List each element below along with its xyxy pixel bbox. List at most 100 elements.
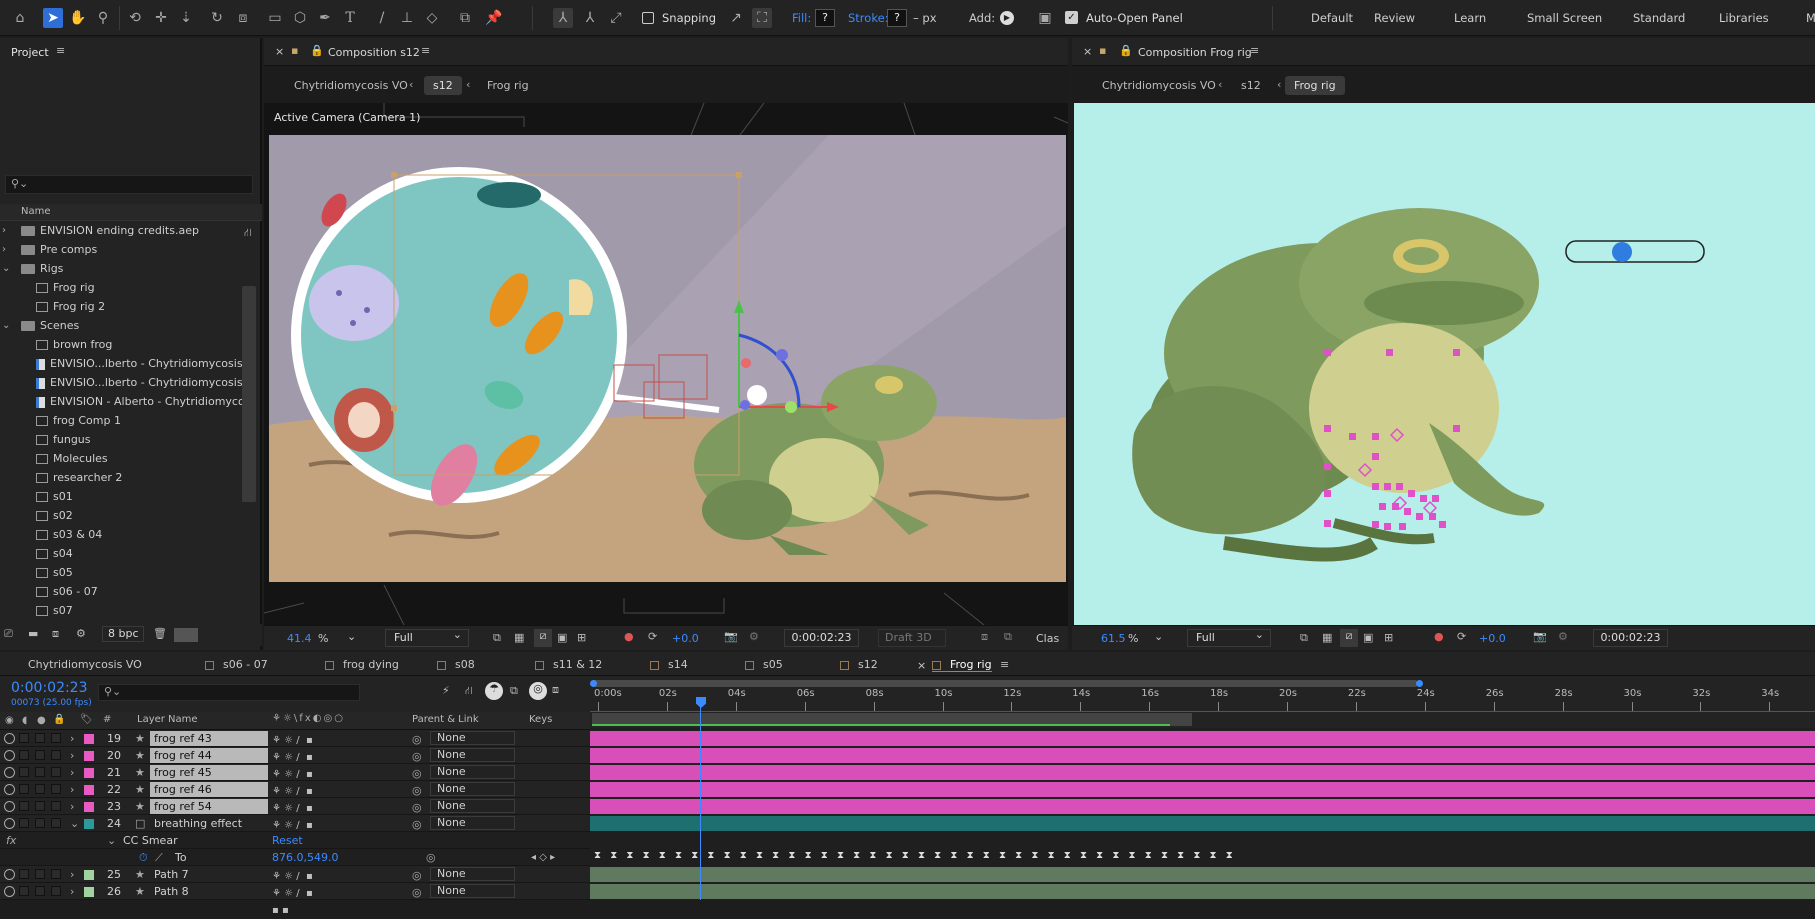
show-snapshot-icon[interactable]: ⚙ bbox=[749, 630, 759, 643]
keyframe-navigator[interactable]: ◂ ◇ ▸ bbox=[531, 849, 555, 866]
layer-track-bar[interactable] bbox=[590, 731, 1815, 746]
channel-icon[interactable]: ● bbox=[624, 630, 634, 643]
clone-stamp-icon[interactable]: ⊥ bbox=[397, 8, 417, 28]
layer-track-bar[interactable] bbox=[590, 765, 1815, 780]
flowchart-icon[interactable]: ⛙ bbox=[244, 226, 252, 241]
expand-toggle-icon[interactable]: › bbox=[2, 240, 6, 259]
exposure-reset-icon[interactable]: ⟳ bbox=[1457, 630, 1466, 643]
project-settings-icon[interactable]: ⚙ bbox=[76, 627, 86, 640]
project-item[interactable]: ⌄ Rigs bbox=[0, 259, 242, 278]
property-row[interactable]: ⏱ ⟋ To 876.0,549.0 ◎ ◂ ◇ ▸ bbox=[0, 849, 590, 866]
panel-menu-icon[interactable]: ≡ bbox=[56, 44, 65, 57]
audio-toggle[interactable] bbox=[19, 767, 29, 777]
add-play-icon[interactable]: ▶ bbox=[1000, 11, 1014, 25]
exposure-reset-icon[interactable]: ⟳ bbox=[648, 630, 657, 643]
expand-toggle-icon[interactable]: ⌄ bbox=[2, 259, 10, 278]
composition-viewer[interactable]: Active Camera (Camera 1) bbox=[264, 103, 1068, 625]
composition-tab-title[interactable]: Composition Frog rig bbox=[1138, 46, 1252, 59]
fill-label[interactable]: Fill: bbox=[792, 11, 811, 25]
draft-3d-icon[interactable]: ⚡ bbox=[442, 684, 450, 697]
layer-label-color[interactable] bbox=[84, 751, 94, 761]
timeline-tab[interactable]: Frog rig bbox=[932, 658, 992, 672]
exposure-value[interactable]: +0.0 bbox=[1479, 632, 1506, 645]
comp-lock-icon[interactable]: 🔒 bbox=[1119, 44, 1133, 57]
snapping-checkbox[interactable] bbox=[642, 12, 654, 24]
workspace-review[interactable]: Review bbox=[1374, 11, 1415, 25]
graph-icon[interactable]: ⟋ bbox=[155, 849, 163, 866]
parent-select[interactable]: None bbox=[430, 816, 515, 830]
lock-column-icon[interactable]: 🔒 bbox=[53, 714, 65, 725]
expand-toggle-icon[interactable]: › bbox=[2, 221, 6, 240]
solo-toggle[interactable] bbox=[35, 750, 45, 760]
layer-label-color[interactable] bbox=[84, 802, 94, 812]
roto-brush-icon[interactable]: ⧉ bbox=[455, 8, 475, 28]
project-item[interactable]: ENVISION - Alberto - Chytridiomycosis- bbox=[0, 392, 242, 411]
view-layout-icon[interactable]: ⧉ bbox=[1004, 630, 1012, 644]
parent-select[interactable]: None bbox=[430, 731, 515, 745]
timeline-layer-row[interactable]: › 25 ★ Path 7 ⚘ ☼ / ▪ ▪ ▪ ◎ None bbox=[0, 866, 590, 899]
effect-name[interactable]: CC Smear bbox=[123, 832, 178, 849]
chevron-down-icon[interactable]: ⌄ bbox=[70, 815, 79, 832]
channel-icon[interactable]: ● bbox=[1434, 630, 1444, 643]
workspace-small-screen[interactable]: Small Screen bbox=[1527, 11, 1602, 25]
timeline-layer-row[interactable]: › 22 ★ frog ref 46 ⚘ ☼ / ▪ ▪ ▪ ◎ None bbox=[0, 781, 590, 814]
layer-track-bar[interactable] bbox=[590, 748, 1815, 763]
project-item[interactable]: brown frog bbox=[0, 335, 242, 354]
timeline-layer-row[interactable]: › 23 ★ frog ref 54 ⚘ ☼ / ▪ ▪ ▪ ◎ None bbox=[0, 798, 590, 831]
renderer-button[interactable]: Draft 3D bbox=[878, 629, 946, 647]
visibility-eye-icon[interactable] bbox=[4, 869, 15, 880]
timeline-layer-row[interactable]: › 21 ★ frog ref 45 ⚘ ☼ / ▪ ▪ ▪ ◎ None bbox=[0, 764, 590, 797]
zoom-dropdown-icon[interactable]: ⌄ bbox=[1154, 630, 1163, 643]
current-time[interactable]: 0:00:02:23 bbox=[11, 680, 88, 696]
panel-menu-icon[interactable]: ≡ bbox=[1250, 44, 1259, 57]
visibility-eye-icon[interactable] bbox=[4, 784, 15, 795]
pick-whip-icon[interactable]: ◎ bbox=[412, 799, 422, 816]
timeline-layer-row[interactable]: › 26 ★ Path 8 ⚘ ☼ / ▪ ▪ ▪ ◎ None bbox=[0, 883, 590, 916]
timeline-tab[interactable]: s11 & 12 bbox=[535, 658, 602, 671]
visibility-eye-icon[interactable] bbox=[4, 750, 15, 761]
local-axis-icon[interactable]: ⅄ bbox=[553, 8, 573, 28]
interpret-footage-icon[interactable]: ⎚ bbox=[4, 627, 13, 641]
motion-blur-icon[interactable]: ◎ bbox=[529, 682, 547, 700]
pan-behind-icon[interactable]: ⧈ bbox=[233, 8, 253, 28]
audio-icon[interactable]: ◖ bbox=[22, 715, 27, 726]
layer-track-bar[interactable] bbox=[590, 816, 1815, 831]
visibility-eye-icon[interactable] bbox=[4, 801, 15, 812]
expression-pickwhip-icon[interactable]: ◎ bbox=[426, 849, 436, 866]
chevron-right-icon[interactable]: › bbox=[70, 866, 74, 883]
lock-icon[interactable]: ▪ bbox=[291, 44, 298, 57]
pick-whip-icon[interactable]: ◎ bbox=[412, 765, 422, 782]
project-item[interactable]: › ENVISION ending credits.aep bbox=[0, 221, 242, 240]
layer-switches[interactable]: ⚘ ☼ / ▪ ▪ ▪ bbox=[272, 868, 322, 899]
work-area-bar[interactable] bbox=[592, 680, 1418, 687]
breadcrumb-s12[interactable]: s12 bbox=[424, 76, 462, 95]
column-name-header[interactable]: Name bbox=[21, 206, 51, 217]
layer-label-color[interactable] bbox=[84, 870, 94, 880]
audio-toggle[interactable] bbox=[19, 869, 29, 879]
solo-toggle[interactable] bbox=[35, 818, 45, 828]
breadcrumb-s12[interactable]: s12 bbox=[1241, 79, 1261, 92]
lock-toggle[interactable] bbox=[51, 818, 61, 828]
comp-flowchart-icon[interactable]: ⛙ bbox=[465, 684, 473, 699]
expand-toggle-icon[interactable]: ⌄ bbox=[2, 316, 10, 335]
visibility-eye-icon[interactable] bbox=[4, 886, 15, 897]
parent-link-header[interactable]: Parent & Link bbox=[412, 714, 479, 725]
lock-toggle[interactable] bbox=[51, 750, 61, 760]
lock-toggle[interactable] bbox=[51, 886, 61, 896]
layer-switches[interactable]: ⚘ ☼ / ▪ ▪ ▪ bbox=[272, 732, 322, 763]
project-item[interactable]: s05 bbox=[0, 563, 242, 582]
timeline-tab[interactable]: s05 bbox=[745, 658, 783, 671]
label-column-icon[interactable]: 🏷 bbox=[80, 714, 93, 725]
layer-switches[interactable]: ⚘ ☼ / ▪ ▪ ▪ bbox=[272, 749, 322, 780]
visibility-eye-icon[interactable] bbox=[4, 733, 15, 744]
audio-toggle[interactable] bbox=[19, 801, 29, 811]
grid-icon[interactable]: ▣ bbox=[1363, 631, 1373, 644]
layer-switches[interactable]: ⚘ ☼ / ▪ ▪ ▪ bbox=[272, 817, 322, 848]
parent-select[interactable]: None bbox=[430, 884, 515, 898]
resolution-select[interactable]: Full bbox=[1187, 627, 1271, 647]
workspace-standard[interactable]: Standard bbox=[1633, 11, 1685, 25]
effect-row[interactable]: fx ⌄ CC Smear Reset bbox=[0, 832, 590, 849]
chevron-right-icon[interactable]: › bbox=[70, 798, 74, 815]
delete-icon[interactable]: 🗑 bbox=[153, 627, 167, 640]
pan-camera-icon[interactable]: ✛ bbox=[151, 8, 171, 28]
